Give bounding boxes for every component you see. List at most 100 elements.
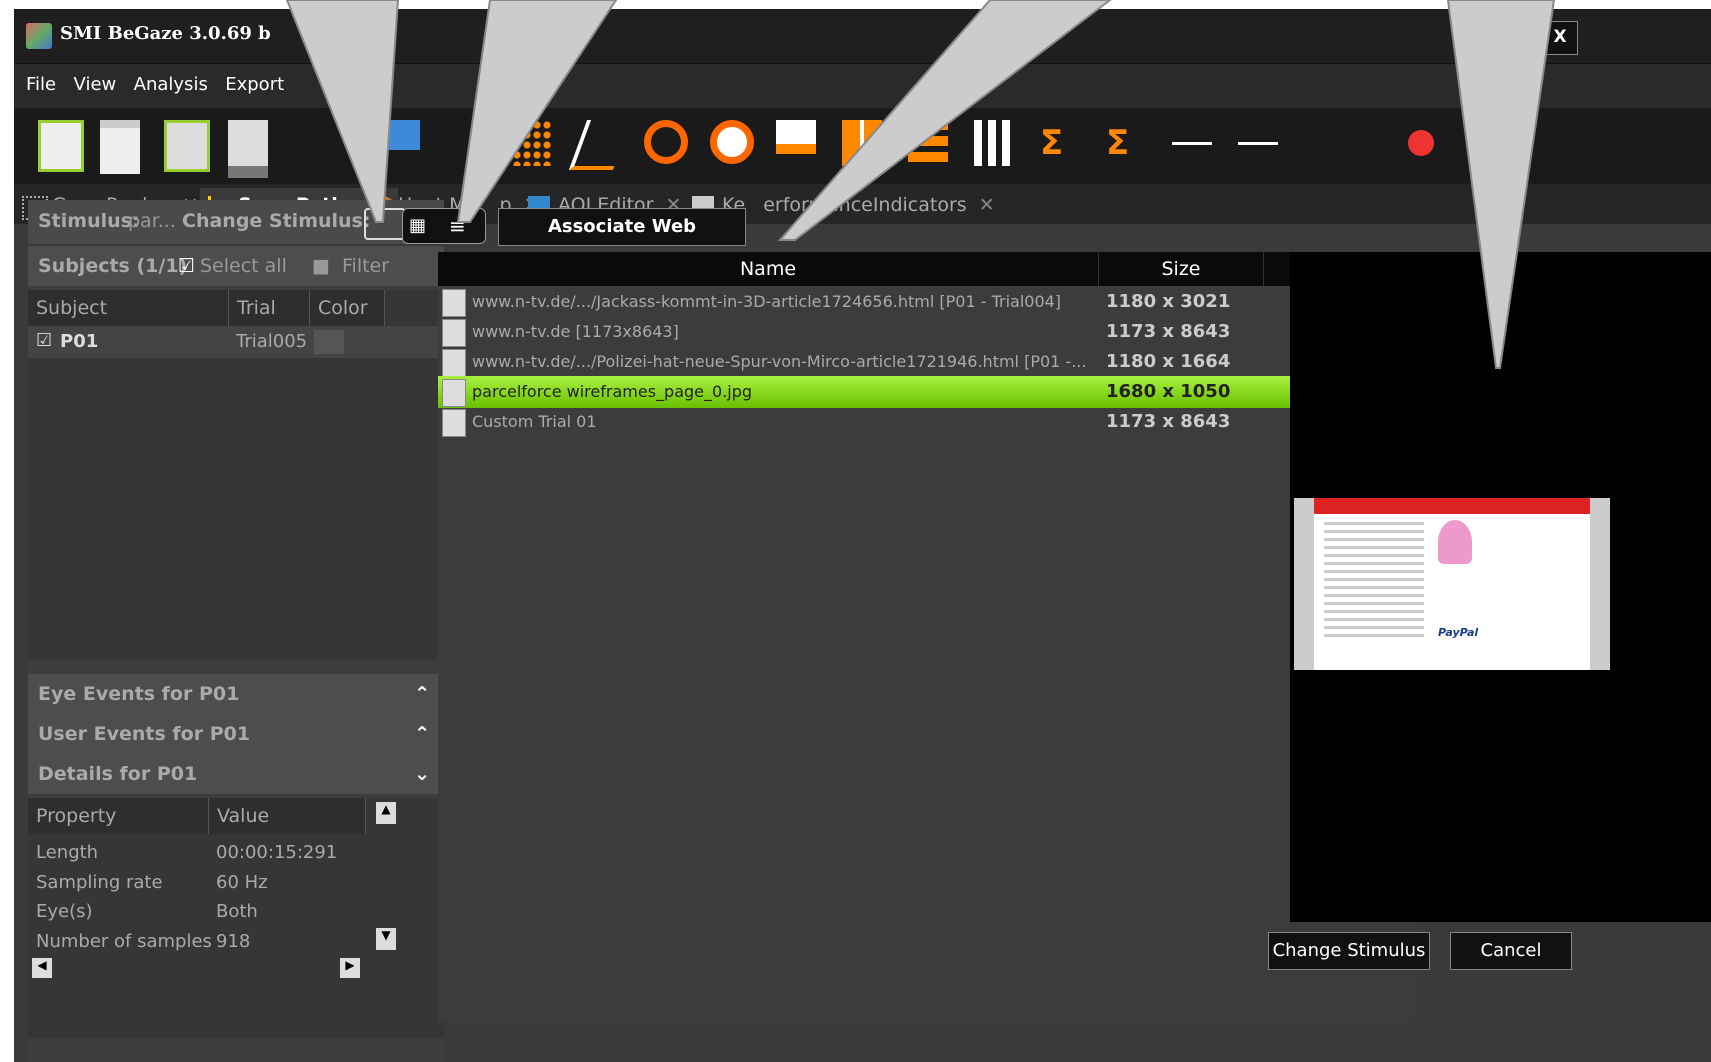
associate-web-content-button[interactable]: Associate Web Content... <box>498 208 746 273</box>
single-view-icon[interactable] <box>364 208 406 240</box>
row-checkbox[interactable]: ☑ <box>36 330 52 351</box>
scatter-dots-icon[interactable] <box>512 120 552 166</box>
heat-map-icon[interactable] <box>710 120 754 164</box>
thumbnail-view-icon[interactable]: ▦ <box>409 215 426 236</box>
sequence-chart-icon[interactable] <box>908 120 948 166</box>
trial-cell: Trial005 <box>236 331 308 352</box>
select-all-label: Select all <box>200 255 287 277</box>
menu-bar: File View Analysis Export <box>14 64 1711 108</box>
stimulus-name: Custom Trial 01 <box>472 412 597 431</box>
stimulus-name: www.n-tv.de/.../Polizei-hat-neue-Spur-vo… <box>472 352 1087 371</box>
column-property[interactable]: Property <box>28 798 209 834</box>
stimulus-size: 1180 x 1664 <box>1106 351 1231 372</box>
details-table: Property Value ▲ Length 00:00:15:291 Sam… <box>28 798 444 1038</box>
stimulus-size: 1173 x 8643 <box>1106 411 1231 432</box>
stimulus-size: 1680 x 1050 <box>1106 381 1231 402</box>
stimulus-thumbnail <box>442 349 466 377</box>
filter-label: Filter <box>342 255 390 277</box>
change-stimulus-label: Change Stimulus: <box>182 210 371 232</box>
column-size[interactable]: Size <box>1099 252 1264 286</box>
list-view-icon[interactable]: ≡ <box>449 214 466 238</box>
preview-portrait <box>1438 520 1472 564</box>
value-cell: 60 Hz <box>216 872 268 893</box>
title-bar: SMI BeGaze 3.0.69 b _ ▭ X <box>14 9 1711 64</box>
stimulus-thumbnail <box>442 319 466 347</box>
value-cell: 00:00:15:291 <box>216 842 338 863</box>
table-row[interactable]: ☑ P01 Trial005 <box>28 326 444 358</box>
subject-cell: P01 <box>60 331 99 352</box>
waveform-check-icon[interactable] <box>1238 142 1278 145</box>
menu-file[interactable]: File <box>26 74 56 95</box>
focus-map-icon[interactable] <box>644 120 688 164</box>
stimulus-label: Stimulus: <box>38 210 140 232</box>
maximize-button[interactable]: ▭ <box>1500 21 1536 55</box>
scroll-left-button[interactable]: ◀ <box>32 958 52 978</box>
aoi-icon[interactable] <box>380 120 420 150</box>
details-header[interactable]: Details for P01 ⌄ <box>28 754 444 794</box>
column-subject[interactable]: Subject <box>28 290 229 326</box>
scan-path-icon[interactable] <box>568 120 632 170</box>
list-item[interactable]: Custom Trial 01 1173 x 8643 <box>438 406 1404 438</box>
list-item[interactable]: www.n-tv.de/.../Polizei-hat-neue-Spur-vo… <box>438 346 1404 378</box>
change-stimulus-button[interactable]: Change Stimulus <box>1268 932 1430 970</box>
print-icon[interactable] <box>228 120 268 178</box>
column-trial[interactable]: Trial <box>229 290 310 326</box>
preview-header-bar <box>1314 498 1590 514</box>
text-statistics-icon[interactable]: Σ <box>1106 120 1146 166</box>
list-item[interactable]: www.n-tv.de [1173x8643] 1173 x 8643 <box>438 316 1404 348</box>
eye-events-header[interactable]: Eye Events for P01 ⌃ <box>28 674 444 714</box>
toolbar: Σ Σ <box>14 108 1711 184</box>
stimulus-size: 1173 x 8643 <box>1106 321 1231 342</box>
collapse-up-icon: ⌃ <box>414 683 430 705</box>
menu-view[interactable]: View <box>74 74 117 95</box>
cancel-button[interactable]: Cancel <box>1450 932 1572 970</box>
stimulus-name: parcelforce wireframes_page_0.jpg <box>472 382 753 401</box>
close-tab-icon[interactable]: ✕ <box>979 194 995 216</box>
filter-checkbox[interactable]: ■ <box>312 246 330 286</box>
scroll-up-button[interactable]: ▲ <box>376 802 396 824</box>
begaze-window: SMI BeGaze 3.0.69 b _ ▭ X File View Anal… <box>14 9 1711 1062</box>
scroll-down-button[interactable]: ▼ <box>376 928 396 950</box>
column-color[interactable]: Color <box>310 290 385 326</box>
property-cell: Sampling rate <box>36 872 163 893</box>
property-cell: Number of samples <box>36 931 212 952</box>
record-stop-icon[interactable] <box>1408 130 1434 156</box>
stimulus-value: par... <box>128 210 176 232</box>
statistics-sum-icon[interactable]: Σ <box>1040 120 1080 166</box>
stimulus-size: 1180 x 3021 <box>1106 291 1231 312</box>
list-item[interactable]: www.n-tv.de/.../Jackass-kommt-in-3D-arti… <box>438 286 1404 318</box>
menu-export[interactable]: Export <box>225 74 284 95</box>
stimulus-thumbnail <box>442 289 466 317</box>
kpi-icon[interactable] <box>776 120 816 154</box>
select-all-checkbox[interactable]: ☑ <box>168 246 195 286</box>
menu-analysis[interactable]: Analysis <box>134 74 208 95</box>
subjects-table: Subject Trial Color ☑ P01 Trial005 <box>28 290 444 660</box>
stimulus-thumbnail <box>442 379 466 407</box>
scroll-right-button[interactable]: ▶ <box>340 958 360 978</box>
preview-text-lines <box>1324 522 1424 642</box>
expand-down-icon: ⌄ <box>414 763 430 785</box>
open-document-icon[interactable] <box>100 120 140 174</box>
left-panel: Subjects (1/1) ☑ Select all ■ Filter Sub… <box>28 246 444 1062</box>
stimulus-name: www.n-tv.de [1173x8643] <box>472 322 679 341</box>
view-toggle: ▦ ≡ <box>402 208 486 244</box>
column-name[interactable]: Name <box>438 252 1099 286</box>
waveform-icon[interactable] <box>1172 142 1212 145</box>
save-icon[interactable] <box>164 120 210 172</box>
new-document-icon[interactable] <box>38 120 84 172</box>
property-cell: Length <box>36 842 99 863</box>
value-cell: Both <box>216 901 258 922</box>
stimulus-bar: Stimulus: par... Change Stimulus: <box>28 200 444 244</box>
collapse-up-icon: ⌃ <box>414 723 430 745</box>
value-cell: 918 <box>216 931 251 952</box>
list-item-selected[interactable]: parcelforce wireframes_page_0.jpg 1680 x… <box>438 376 1322 408</box>
minimize-button[interactable]: _ <box>1458 21 1494 55</box>
bar-chart-icon[interactable] <box>974 120 1014 166</box>
column-value[interactable]: Value <box>209 798 366 834</box>
grid-chart-icon[interactable] <box>842 120 882 166</box>
color-swatch[interactable] <box>314 330 344 354</box>
begaze-app-icon <box>26 23 52 49</box>
close-button[interactable]: X <box>1542 21 1578 55</box>
stimulus-list: Name Size www.n-tv.de/.../Jackass-kommt-… <box>438 252 1414 1022</box>
user-events-header[interactable]: User Events for P01 ⌃ <box>28 714 444 754</box>
